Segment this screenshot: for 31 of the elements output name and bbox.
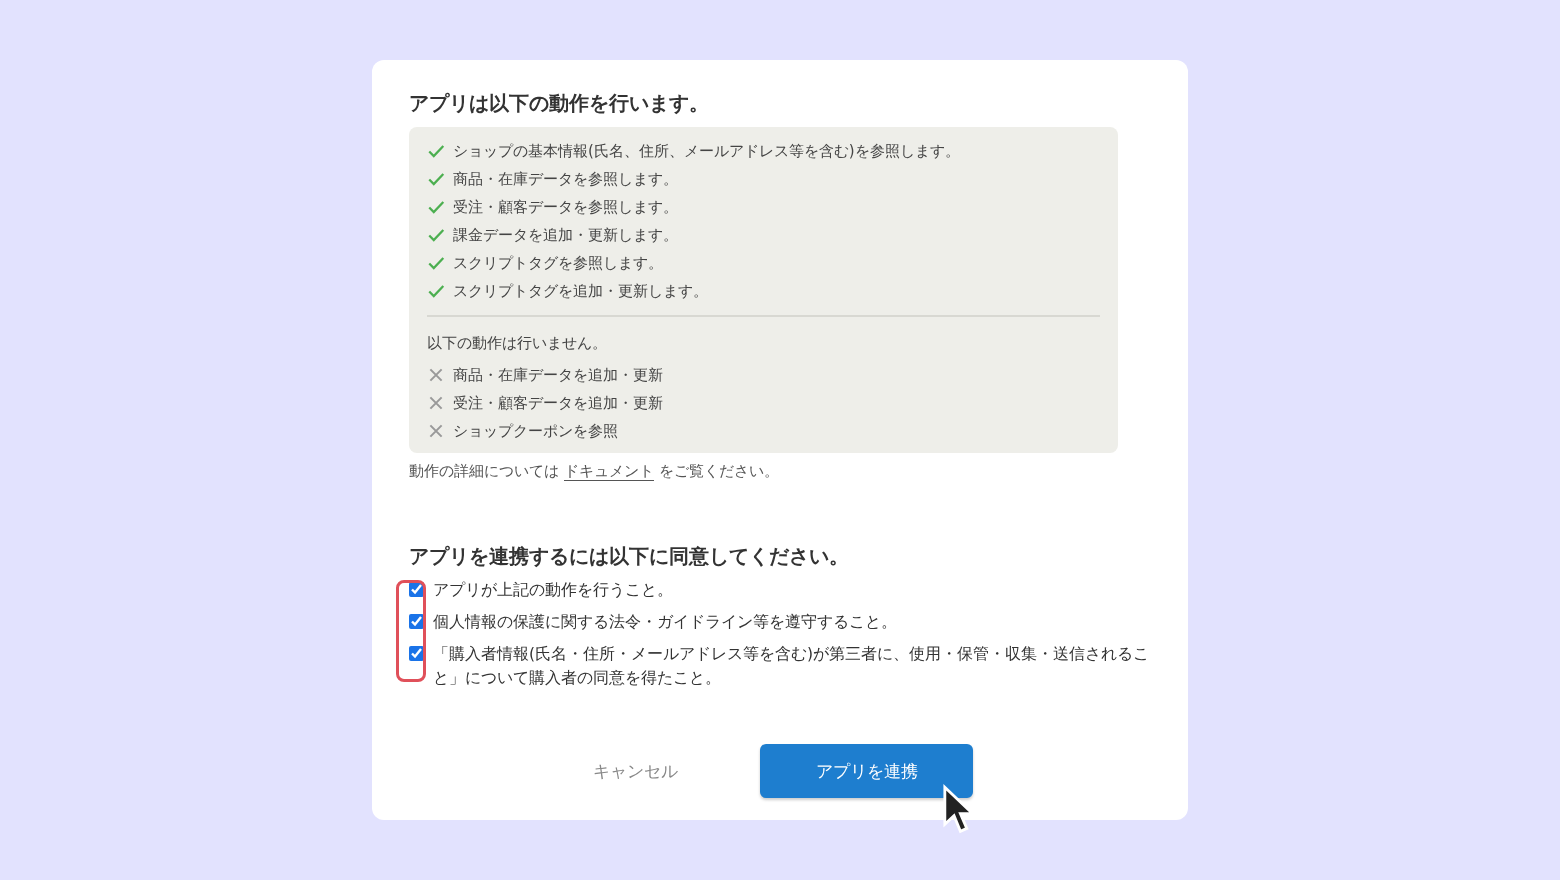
checkbox[interactable] [409, 646, 424, 661]
permission-text: スクリプトタグを追加・更新します。 [453, 281, 708, 301]
checkbox[interactable] [409, 614, 424, 629]
checkbox[interactable] [409, 582, 424, 597]
checkmark-icon [427, 226, 445, 244]
cross-icon [427, 422, 445, 440]
checkmark-icon [427, 254, 445, 272]
cross-icon [427, 366, 445, 384]
cross-icon [427, 394, 445, 412]
permission-text: ショップの基本情報(氏名、住所、メールアドレス等を含む)を参照します。 [453, 141, 960, 161]
denied-text: 受注・顧客データを追加・更新 [453, 393, 663, 413]
cancel-button[interactable]: キャンセル [587, 751, 684, 791]
checkmark-icon [427, 142, 445, 160]
denied-text: 商品・在庫データを追加・更新 [453, 365, 663, 385]
connect-button[interactable]: アプリを連携 [760, 744, 973, 798]
consent-text: 個人情報の保護に関する法令・ガイドライン等を遵守すること。 [433, 612, 897, 633]
permission-text: スクリプトタグを参照します。 [453, 253, 663, 273]
denied-heading: 以下の動作は行いません。 [427, 332, 608, 354]
consent-text: アプリが上記の動作を行うこと。 [433, 580, 673, 601]
consent-text: 「購入者情報(氏名・住所・メールアドレス等を含む)が第三者に、使用・保管・収集・送信されること」について購入者の同意を得たこと。 [433, 644, 1151, 689]
permission-text: 商品・在庫データを参照します。 [453, 169, 678, 189]
checkmark-icon [427, 170, 445, 188]
checkmark-icon [427, 282, 445, 300]
checkmark-icon [427, 198, 445, 216]
section-title: アプリを連携するには以下に同意してください。 [409, 543, 850, 570]
document-link[interactable]: ドキュメント [563, 462, 654, 481]
denied-text: ショップクーポンを参照 [453, 421, 618, 441]
section-title: アプリは以下の動作を行います。 [409, 90, 710, 117]
note-text: 動作の詳細については ドキュメント をご覧ください。 [409, 462, 780, 481]
permission-text: 課金データを追加・更新します。 [453, 225, 678, 245]
permission-text: 受注・顧客データを参照します。 [453, 197, 678, 217]
